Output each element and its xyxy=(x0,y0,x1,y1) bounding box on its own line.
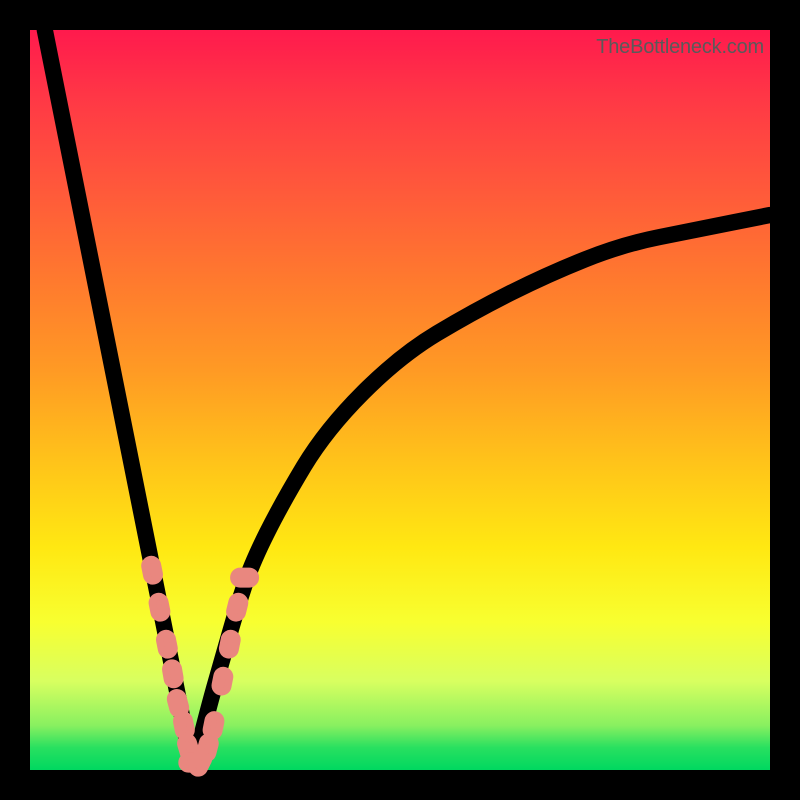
marker-point xyxy=(234,571,256,584)
marker-point xyxy=(205,714,222,738)
marker-point xyxy=(228,595,245,619)
curve-left-branch xyxy=(45,30,193,770)
curve-layer xyxy=(30,30,770,770)
marker-point xyxy=(214,669,231,693)
marker-point xyxy=(165,662,181,685)
chart-frame: TheBottleneck.com xyxy=(0,0,800,800)
marker-point xyxy=(159,632,176,656)
marker-point xyxy=(151,595,168,619)
marker-point xyxy=(222,632,239,656)
curve-right-branch xyxy=(193,215,770,770)
marker-point xyxy=(144,558,161,582)
plot-area: TheBottleneck.com xyxy=(30,30,770,770)
